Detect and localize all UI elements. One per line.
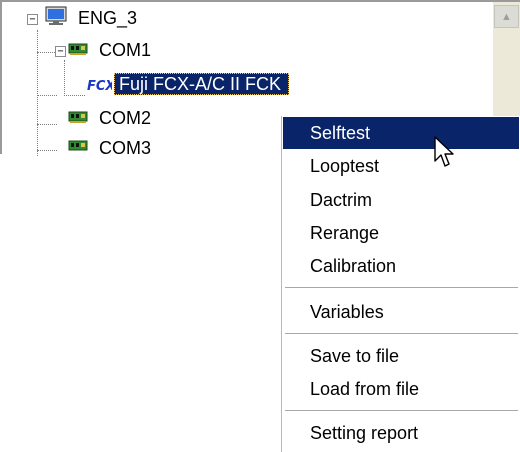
menu-separator [285,333,518,335]
menu-item-looptest[interactable]: Looptest [283,150,519,182]
scroll-up-arrow-icon[interactable]: ▲ [494,5,519,28]
menu-item-label: Setting report [310,422,419,443]
menu-item-label: Rerange [310,222,380,243]
com-port-chip-icon [68,140,88,151]
tree-item-com2[interactable]: COM2 [99,107,151,129]
tree-item-label: COM2 [99,107,152,128]
menu-separator [285,287,518,289]
menu-item-dactrim[interactable]: Dactrim [283,184,519,216]
menu-item-label: Calibration [310,255,397,276]
tree-item-com1[interactable]: COM1 [99,39,151,61]
menu-item-label: Save to file [310,345,400,366]
com1-collapse-toggle[interactable]: − [55,46,66,57]
tree-line [37,95,57,96]
context-menu: Selftest Looptest Dactrim Rerange Calibr… [281,116,520,452]
menu-item-load-from-file[interactable]: Load from file [283,373,519,405]
tree-item-device[interactable]: Fuji FCX-A/C II FCK [114,73,290,95]
menu-item-variables[interactable]: Variables [283,296,519,328]
com-port-chip-icon [68,43,88,55]
tree-line [37,124,57,125]
menu-item-label: Selftest [310,122,371,143]
menu-item-rerange[interactable]: Rerange [283,217,519,249]
menu-item-setting-report[interactable]: Setting report [283,417,519,449]
tree-line [64,60,65,96]
menu-item-label: Variables [310,301,384,322]
tree-line [64,95,85,96]
tree-item-label: COM1 [99,39,152,60]
tree-root-label: ENG_3 [78,7,138,28]
tree-item-label: COM3 [99,137,152,158]
computer-monitor-icon [45,6,67,25]
menu-item-save-to-file[interactable]: Save to file [283,340,519,372]
com-port-chip-icon [68,111,88,123]
mouse-cursor-icon [434,136,454,167]
menu-separator [285,410,518,412]
tree-line [37,30,38,156]
tree-item-com3[interactable]: COM3 [99,137,151,159]
tree-item-label: Fuji FCX-A/C II FCK [114,73,290,95]
menu-item-calibration[interactable]: Calibration [283,250,519,282]
fcx-device-icon: FCX [87,79,112,93]
svg-text:FCX: FCX [87,79,112,93]
tree-root[interactable]: ENG_3 [78,7,137,29]
tree-line [37,150,57,151]
menu-item-label: Dactrim [310,189,372,210]
tree-line [37,52,57,53]
menu-item-selftest[interactable]: Selftest [283,117,519,149]
menu-item-label: Load from file [310,378,420,399]
menu-item-label: Looptest [310,155,380,176]
root-collapse-toggle[interactable]: − [27,14,38,25]
